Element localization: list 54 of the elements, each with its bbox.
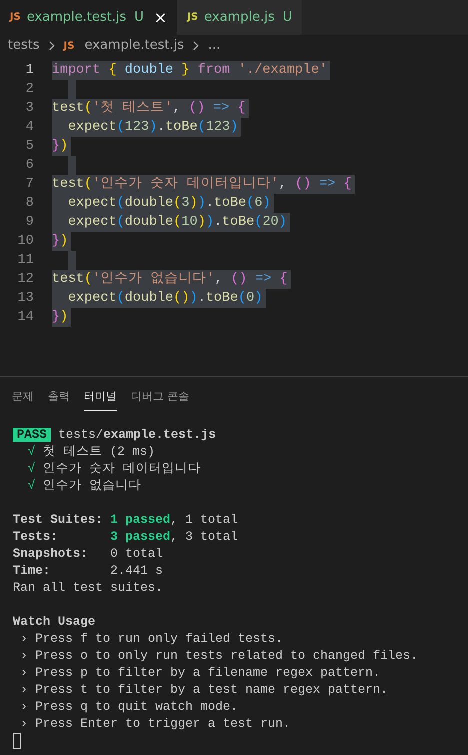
panel-tab[interactable]: 터미널	[84, 384, 117, 411]
breadcrumb-item[interactable]: ...	[208, 36, 221, 56]
usage-hint: › Press f to run only failed tests.	[20, 632, 284, 646]
summary-value: 0 total	[110, 547, 164, 561]
usage-hint: › Press q to quit watch mode.	[20, 700, 238, 714]
section-title: Watch Usage	[13, 615, 96, 629]
breadcrumb-item[interactable]: tests	[8, 36, 40, 56]
summary-value: 2.441 s	[110, 564, 164, 578]
status-text: Ran all test suites.	[13, 581, 164, 595]
line-number: 9	[24, 214, 35, 232]
js-file-icon: JS	[187, 10, 198, 25]
line-number: 6	[24, 157, 35, 175]
summary-value: 3 passed, 3 total	[110, 530, 238, 544]
check-icon: √	[28, 445, 36, 459]
file-path: tests/example.test.js	[58, 428, 216, 442]
summary-label: Tests:	[13, 529, 60, 546]
line-number: 3	[24, 100, 35, 118]
summary-value: 1 passed, 1 total	[110, 513, 238, 527]
line-number: 4	[24, 119, 35, 137]
test-result: 인수가 없습니다	[43, 479, 142, 493]
test-result: 인수가 숫자 데이터입니다	[43, 462, 202, 476]
line-number: 11	[16, 252, 35, 270]
panel-tab[interactable]: 출력	[48, 384, 70, 411]
usage-hint: › Press t to filter by a test name regex pattern.	[20, 683, 388, 697]
panel-tab[interactable]: 문제	[12, 384, 34, 411]
line-number: 5	[24, 138, 35, 156]
test-result: 첫 테스트 (2 ms)	[43, 445, 156, 459]
js-file-icon: JS	[10, 10, 21, 25]
line-number: 14	[16, 309, 35, 327]
panel-tab[interactable]: 디버그 콘솔	[131, 384, 190, 411]
usage-hint: › Press Enter to trigger a test run.	[20, 717, 291, 731]
check-icon: √	[28, 462, 36, 476]
line-number: 12	[16, 271, 35, 289]
editor-tab[interactable]: JS example.test.js U ×	[0, 0, 178, 35]
usage-hint: › Press o to only run tests related to changed files.	[20, 649, 418, 663]
editor-tab[interactable]: JS example.js U	[177, 0, 302, 35]
terminal-cursor	[13, 733, 21, 749]
usage-hint: › Press p to filter by a filename regex pattern.	[20, 666, 381, 680]
chevron-icon	[192, 41, 200, 51]
line-number: 2	[24, 81, 35, 99]
line-number: 1	[24, 62, 35, 80]
chevron-icon	[48, 41, 56, 51]
line-number: 10	[16, 233, 35, 251]
summary-label: Time:	[13, 563, 52, 580]
summary-label: Test Suites:	[13, 512, 104, 529]
pass-label: PASS	[13, 428, 52, 442]
check-icon: √	[28, 479, 36, 493]
js-file-icon: JS	[64, 38, 75, 54]
close-icon[interactable]: ×	[154, 6, 168, 30]
summary-label: Snapshots:	[13, 546, 90, 563]
line-number: 7	[24, 176, 35, 194]
line-number: 13	[16, 290, 35, 308]
breadcrumb-item[interactable]: example.test.js	[84, 36, 184, 56]
line-number: 8	[24, 195, 35, 213]
